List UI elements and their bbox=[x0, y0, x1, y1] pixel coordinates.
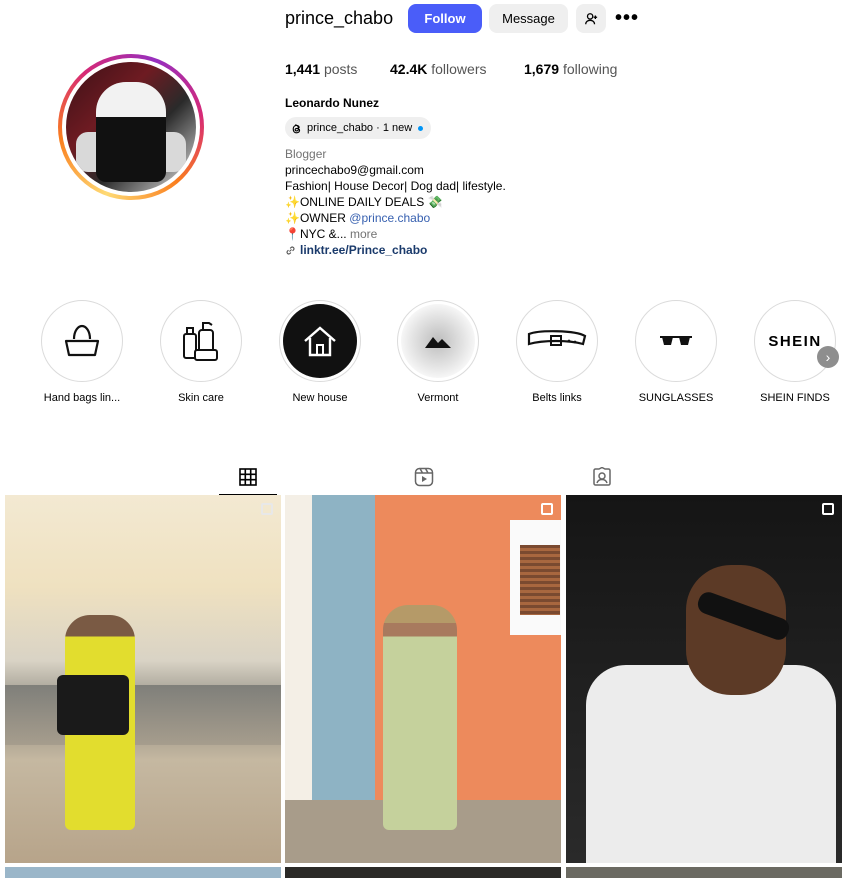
following-label: following bbox=[562, 61, 618, 77]
belt-icon bbox=[520, 304, 594, 378]
avatar-story-ring[interactable] bbox=[58, 54, 204, 200]
pin-icon: 📍 bbox=[285, 227, 300, 241]
highlight-belts[interactable]: Belts links bbox=[498, 300, 616, 404]
profile-full-name: Leonardo Nunez bbox=[285, 96, 380, 110]
shein-logo: SHEIN bbox=[768, 332, 822, 350]
tab-reels[interactable] bbox=[395, 459, 453, 495]
message-button[interactable]: Message bbox=[489, 4, 568, 33]
bio-deals-text: ONLINE DAILY DEALS bbox=[299, 195, 425, 209]
bio-location-text: NYC &... bbox=[299, 227, 347, 241]
posts-count: 1,441 bbox=[285, 61, 321, 77]
highlight-cover: SHEIN bbox=[754, 300, 836, 382]
reels-icon bbox=[414, 467, 434, 487]
carousel-icon bbox=[822, 503, 834, 515]
highlight-label: Belts links bbox=[532, 392, 582, 404]
highlight-cover bbox=[516, 300, 598, 382]
highlight-new-house[interactable]: New house bbox=[261, 300, 379, 404]
suggested-users-button[interactable] bbox=[576, 4, 606, 33]
profile-header: prince_chabo Follow Message ••• 1,441 po… bbox=[0, 0, 846, 270]
highlight-cover bbox=[41, 300, 123, 382]
bio-owner-text: OWNER bbox=[299, 211, 350, 225]
highlight-label: New house bbox=[292, 392, 348, 404]
bio-email: princechabo9@gmail.com bbox=[285, 163, 424, 177]
highlight-vermont[interactable]: Vermont bbox=[379, 300, 497, 404]
post-photo-shutter bbox=[520, 545, 560, 615]
link-icon bbox=[286, 246, 295, 254]
post-thumbnail[interactable] bbox=[5, 867, 281, 878]
handbag-icon bbox=[45, 304, 119, 378]
post-photo-sea bbox=[5, 685, 281, 745]
post-thumbnail[interactable] bbox=[5, 495, 281, 863]
profile-username: prince_chabo bbox=[285, 8, 394, 28]
carousel-icon bbox=[261, 503, 273, 515]
story-highlights: Hand bags lin... Skin care New house Ver… bbox=[0, 300, 846, 410]
bio-owner-line: ✨OWNER @prince.chabo bbox=[285, 210, 506, 226]
highlight-label: Skin care bbox=[178, 392, 224, 404]
bio-category: Blogger bbox=[285, 147, 327, 161]
bio-deals-line: ✨ONLINE DAILY DEALS 💸 bbox=[285, 194, 506, 210]
avatar-photo-person bbox=[96, 82, 166, 182]
posts-grid-icon bbox=[239, 467, 257, 486]
highlights-next-button[interactable]: › bbox=[817, 346, 839, 368]
bio-line: Fashion| House Decor| Dog dad| lifestyle… bbox=[285, 179, 506, 193]
mountain-icon bbox=[401, 304, 475, 378]
more-dots-icon: ••• bbox=[614, 7, 639, 29]
sunglasses-icon bbox=[639, 304, 713, 378]
highlight-label: SHEIN FINDS bbox=[760, 392, 830, 404]
highlight-skincare[interactable]: Skin care bbox=[142, 300, 260, 404]
post-thumbnail[interactable] bbox=[285, 495, 561, 863]
post-photo-person bbox=[383, 605, 457, 830]
followers-stat[interactable]: 42.4K followers bbox=[390, 61, 487, 77]
profile-bio: Blogger princechabo9@gmail.com Fashion| … bbox=[285, 146, 506, 258]
highlight-cover bbox=[160, 300, 242, 382]
tab-tagged[interactable] bbox=[573, 459, 631, 495]
avatar-frame bbox=[62, 58, 200, 196]
highlight-label: SUNGLASSES bbox=[638, 392, 714, 404]
followers-label: followers bbox=[431, 61, 487, 77]
threads-badge[interactable]: prince_chabo · 1 new bbox=[285, 117, 432, 139]
bio-mention-link[interactable]: @prince.chabo bbox=[349, 211, 430, 225]
tab-posts[interactable] bbox=[219, 459, 277, 495]
add-person-icon bbox=[585, 12, 598, 24]
following-stat[interactable]: 1,679 following bbox=[524, 61, 617, 77]
skincare-bottles-icon bbox=[164, 304, 238, 378]
posts-stat: 1,441 posts bbox=[285, 61, 357, 77]
money-icon: 💸 bbox=[427, 195, 443, 209]
avatar[interactable] bbox=[66, 62, 196, 192]
posts-label: posts bbox=[323, 61, 358, 77]
threads-badge-label: prince_chabo · 1 new bbox=[307, 122, 413, 134]
post-thumbnail[interactable] bbox=[566, 495, 842, 863]
highlight-label: Hand bags lin... bbox=[43, 392, 121, 404]
highlight-cover bbox=[279, 300, 361, 382]
bio-location-line: 📍NYC &... more bbox=[285, 226, 506, 242]
post-photo-bag bbox=[57, 675, 129, 735]
bio-more-link[interactable]: more bbox=[350, 227, 377, 241]
post-thumbnail[interactable] bbox=[285, 867, 561, 878]
highlight-sunglasses[interactable]: SUNGLASSES bbox=[617, 300, 735, 404]
threads-icon bbox=[292, 123, 301, 133]
post-photo-wall bbox=[285, 495, 375, 805]
bio-external-link[interactable]: linktr.ee/Prince_chabo bbox=[285, 242, 506, 258]
chevron-right-icon: › bbox=[825, 349, 831, 365]
tagged-icon bbox=[593, 467, 611, 486]
following-count: 1,679 bbox=[524, 61, 560, 77]
sparkle-icon: ✨ bbox=[285, 195, 300, 209]
more-options-button[interactable]: ••• bbox=[612, 4, 642, 33]
post-photo-shirt bbox=[586, 665, 836, 863]
follow-button[interactable]: Follow bbox=[408, 4, 482, 33]
house-icon bbox=[283, 304, 357, 378]
sparkle-icon: ✨ bbox=[285, 211, 300, 225]
post-thumbnail[interactable] bbox=[566, 867, 842, 878]
new-indicator-dot bbox=[418, 125, 424, 131]
highlight-cover bbox=[635, 300, 717, 382]
followers-count: 42.4K bbox=[390, 61, 428, 77]
posts-grid bbox=[5, 495, 843, 878]
highlight-cover bbox=[397, 300, 479, 382]
profile-tabs bbox=[5, 458, 841, 495]
highlight-handbags[interactable]: Hand bags lin... bbox=[23, 300, 141, 404]
carousel-icon bbox=[541, 503, 553, 515]
highlight-label: Vermont bbox=[417, 392, 459, 404]
bio-link-text: linktr.ee/Prince_chabo bbox=[300, 243, 428, 257]
